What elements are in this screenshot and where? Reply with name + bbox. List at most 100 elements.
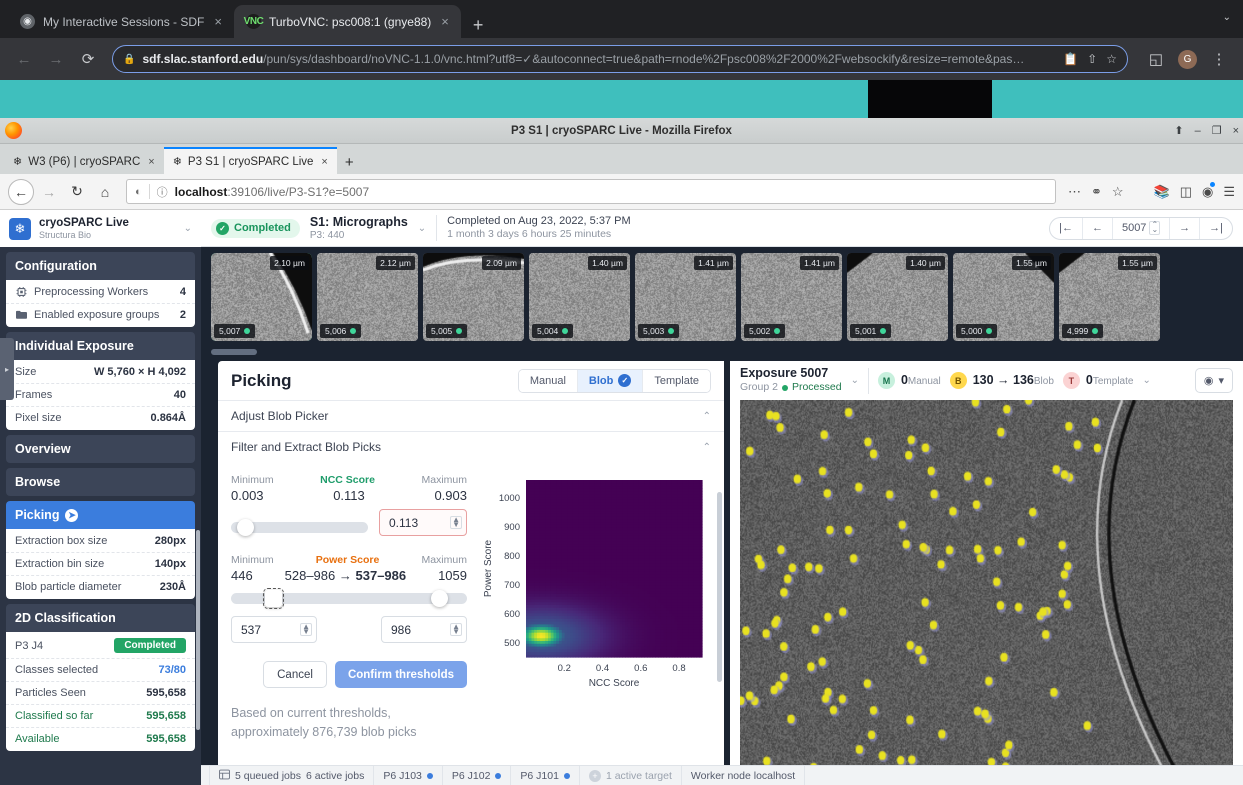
power-low-field[interactable] xyxy=(241,623,300,637)
sidebar-item-overview[interactable]: Overview xyxy=(6,435,195,463)
visibility-toggle-button[interactable]: ◉ ▾ xyxy=(1195,368,1233,393)
nav-exposure-number[interactable]: 5007 ⌃ ⌄ xyxy=(1113,218,1170,239)
sidebar-section-title[interactable]: Configuration xyxy=(6,252,195,280)
accordion-filter-extract-blob-picks[interactable]: Filter and Extract Blob Picks ⌃ xyxy=(218,431,724,462)
window-minimize-icon[interactable]: – xyxy=(1195,125,1201,137)
sidebar-section-title[interactable]: 2D Classification xyxy=(6,604,195,632)
firefox-bookmark-star-icon[interactable]: ☆ xyxy=(1112,184,1124,200)
chevron-down-icon[interactable]: ⌄ xyxy=(184,223,192,234)
chrome-tab-0[interactable]: ◉ My Interactive Sessions - SDF × xyxy=(8,5,234,38)
share-icon[interactable]: ⇧ xyxy=(1087,52,1097,66)
filmstrip-thumbnail[interactable]: 2.12 µm 5,006 xyxy=(317,253,418,341)
chevron-up-icon[interactable]: ⌃ xyxy=(703,411,711,422)
ncc-value-field[interactable] xyxy=(389,516,450,530)
address-bar[interactable]: 🔒 sdf.slac.stanford.edu/pun/sys/dashboar… xyxy=(112,45,1128,73)
filmstrip-thumbnail[interactable]: 1.55 µm 5,000 xyxy=(953,253,1054,341)
job-chip-2[interactable]: P6 J101 xyxy=(511,766,580,785)
forward-button[interactable]: → xyxy=(42,45,70,73)
firefox-tab-1[interactable]: ❄ P3 S1 | cryoSPARC Live × xyxy=(164,147,337,174)
nav-spinner[interactable]: ⌃ ⌄ xyxy=(1149,221,1160,235)
star-icon[interactable]: ☆ xyxy=(1106,52,1117,66)
confirm-thresholds-button[interactable]: Confirm thresholds xyxy=(335,661,467,688)
profile-avatar[interactable]: G xyxy=(1178,50,1197,69)
chrome-tab-1-close-icon[interactable]: × xyxy=(439,14,451,29)
info-icon[interactable]: ⓘ xyxy=(157,184,168,200)
accordion-adjust-blob-picker[interactable]: Adjust Blob Picker ⌃ xyxy=(218,400,724,431)
chrome-new-tab-button[interactable]: + xyxy=(461,16,496,38)
vnc-canvas[interactable]: P3 S1 | cryoSPARC Live - Mozilla Firefox… xyxy=(0,80,1243,785)
sidebar-item-browse[interactable]: Browse xyxy=(6,468,195,496)
power-high-field[interactable] xyxy=(391,623,450,637)
micrograph-image[interactable] xyxy=(740,400,1233,785)
nav-first-button[interactable]: |← xyxy=(1050,218,1083,239)
status-active-target[interactable]: + 1 active target xyxy=(580,766,682,785)
ncc-power-heatmap-plot[interactable]: 0.2 0.4 0.6 0.8 500 600 700 800 900 1000 NCC Score… xyxy=(480,462,724,785)
filmstrip-scrollbar[interactable] xyxy=(211,349,257,355)
filmstrip-thumbnail[interactable]: 1.41 µm 5,002 xyxy=(741,253,842,341)
firefox-address-bar[interactable]: ◐ ⓘ localhost:39106/live/P3-S1?e=5007 xyxy=(126,179,1056,204)
account-icon[interactable]: ◉ xyxy=(1202,184,1213,200)
stepper-down-icon[interactable]: ▼ xyxy=(302,630,310,635)
reload-button[interactable]: ⟳ xyxy=(74,45,102,73)
filmstrip-thumbnail[interactable]: 1.41 µm 5,003 xyxy=(635,253,736,341)
power-slider-low-knob[interactable] xyxy=(265,590,282,607)
chevron-up-icon[interactable]: ⌃ xyxy=(703,442,711,453)
sidebar-section-overview[interactable]: Overview xyxy=(6,435,195,463)
power-high-input[interactable]: ▲▼ xyxy=(381,616,467,643)
back-button[interactable]: ← xyxy=(10,45,38,73)
power-high-stepper[interactable]: ▲ ▼ xyxy=(450,623,462,637)
ncc-stepper[interactable]: ▲ ▼ xyxy=(450,516,462,530)
sidebar-section-browse[interactable]: Browse xyxy=(6,468,195,496)
shield-icon[interactable]: ◐ xyxy=(135,186,142,198)
firefox-new-tab-button[interactable]: + xyxy=(337,154,362,174)
job-chip-0[interactable]: P6 J103 xyxy=(374,766,443,785)
clipboard-icon[interactable]: 📋 xyxy=(1063,52,1078,66)
filmstrip-thumbnail[interactable]: 2.09 µm 5,005 xyxy=(423,253,524,341)
session-chevron-down-icon[interactable]: ⌄ xyxy=(418,223,426,234)
power-low-stepper[interactable]: ▲ ▼ xyxy=(300,623,312,637)
firefox-ellipsis-icon[interactable]: ⋯ xyxy=(1068,184,1081,200)
firefox-tab-0-close-icon[interactable]: × xyxy=(146,156,154,168)
sidebar-item-picking[interactable]: Picking ➤ xyxy=(6,501,195,529)
plot-scrollbar[interactable] xyxy=(717,492,722,682)
hamburger-icon[interactable]: ☰ xyxy=(1223,184,1235,200)
cancel-button[interactable]: Cancel xyxy=(263,661,327,688)
chrome-menu-icon[interactable]: ⋮ xyxy=(1205,45,1233,73)
sidebar-resize-handle[interactable]: ▸ xyxy=(0,338,14,400)
window-close-icon[interactable]: × xyxy=(1233,125,1239,137)
status-worker[interactable]: Worker node localhost xyxy=(682,766,805,785)
picking-mode-template[interactable]: Template xyxy=(643,370,710,392)
sidebar-icon[interactable]: ◫ xyxy=(1180,184,1192,200)
power-slider[interactable] xyxy=(231,593,467,604)
ncc-slider-knob[interactable] xyxy=(237,519,254,536)
chevron-down-icon[interactable]: ⌄ xyxy=(1223,12,1231,23)
window-rollup-icon[interactable]: ⬆ xyxy=(1174,124,1183,137)
ncc-slider[interactable] xyxy=(231,522,368,533)
status-jobs[interactable]: 5 queued jobs 6 active jobs xyxy=(209,766,374,785)
firefox-reload-button[interactable]: ↻ xyxy=(64,179,90,205)
power-slider-high-knob[interactable] xyxy=(431,590,448,607)
filmstrip-thumbnail[interactable]: 2.10 µm 5,007 xyxy=(211,253,312,341)
exposure-chevron-down-icon[interactable]: ⌄ xyxy=(851,375,859,386)
spinner-down-icon[interactable]: ⌄ xyxy=(1151,228,1158,233)
reader-shield-icon[interactable]: ⚭ xyxy=(1091,184,1102,200)
plus-icon[interactable]: + xyxy=(589,770,601,782)
firefox-tab-1-close-icon[interactable]: × xyxy=(319,156,327,168)
ncc-value-input[interactable]: ▲▼ xyxy=(379,509,467,536)
firefox-tab-0[interactable]: ❄ W3 (P6) | cryoSPARC × xyxy=(4,147,164,174)
picking-mode-blob[interactable]: Blob ✓ xyxy=(578,370,643,392)
firefox-back-button[interactable]: ← xyxy=(8,179,34,205)
sidebar-scrollbar[interactable] xyxy=(196,530,200,730)
sidebar-row-job[interactable]: P3 J4 Completed xyxy=(6,633,195,659)
sidebar-row-preprocessing-workers[interactable]: Preprocessing Workers 4 xyxy=(6,281,195,304)
chrome-tab-1[interactable]: VNC TurboVNC: psc008:1 (gnye88) × xyxy=(234,5,461,38)
window-maximize-icon[interactable]: ❐ xyxy=(1212,124,1222,137)
micrograph-viewer[interactable] xyxy=(740,400,1233,785)
sidebar-brand[interactable]: ❄ cryoSPARC Live Structura Bio ⌄ xyxy=(0,210,201,247)
chrome-tab-0-close-icon[interactable]: × xyxy=(212,14,224,29)
picking-mode-manual[interactable]: Manual xyxy=(519,370,578,392)
filmstrip-thumbnail[interactable]: 1.40 µm 5,004 xyxy=(529,253,630,341)
power-low-input[interactable]: ▲▼ xyxy=(231,616,317,643)
counts-chevron-down-icon[interactable]: ⌄ xyxy=(1142,375,1150,386)
stepper-down-icon[interactable]: ▼ xyxy=(452,630,460,635)
